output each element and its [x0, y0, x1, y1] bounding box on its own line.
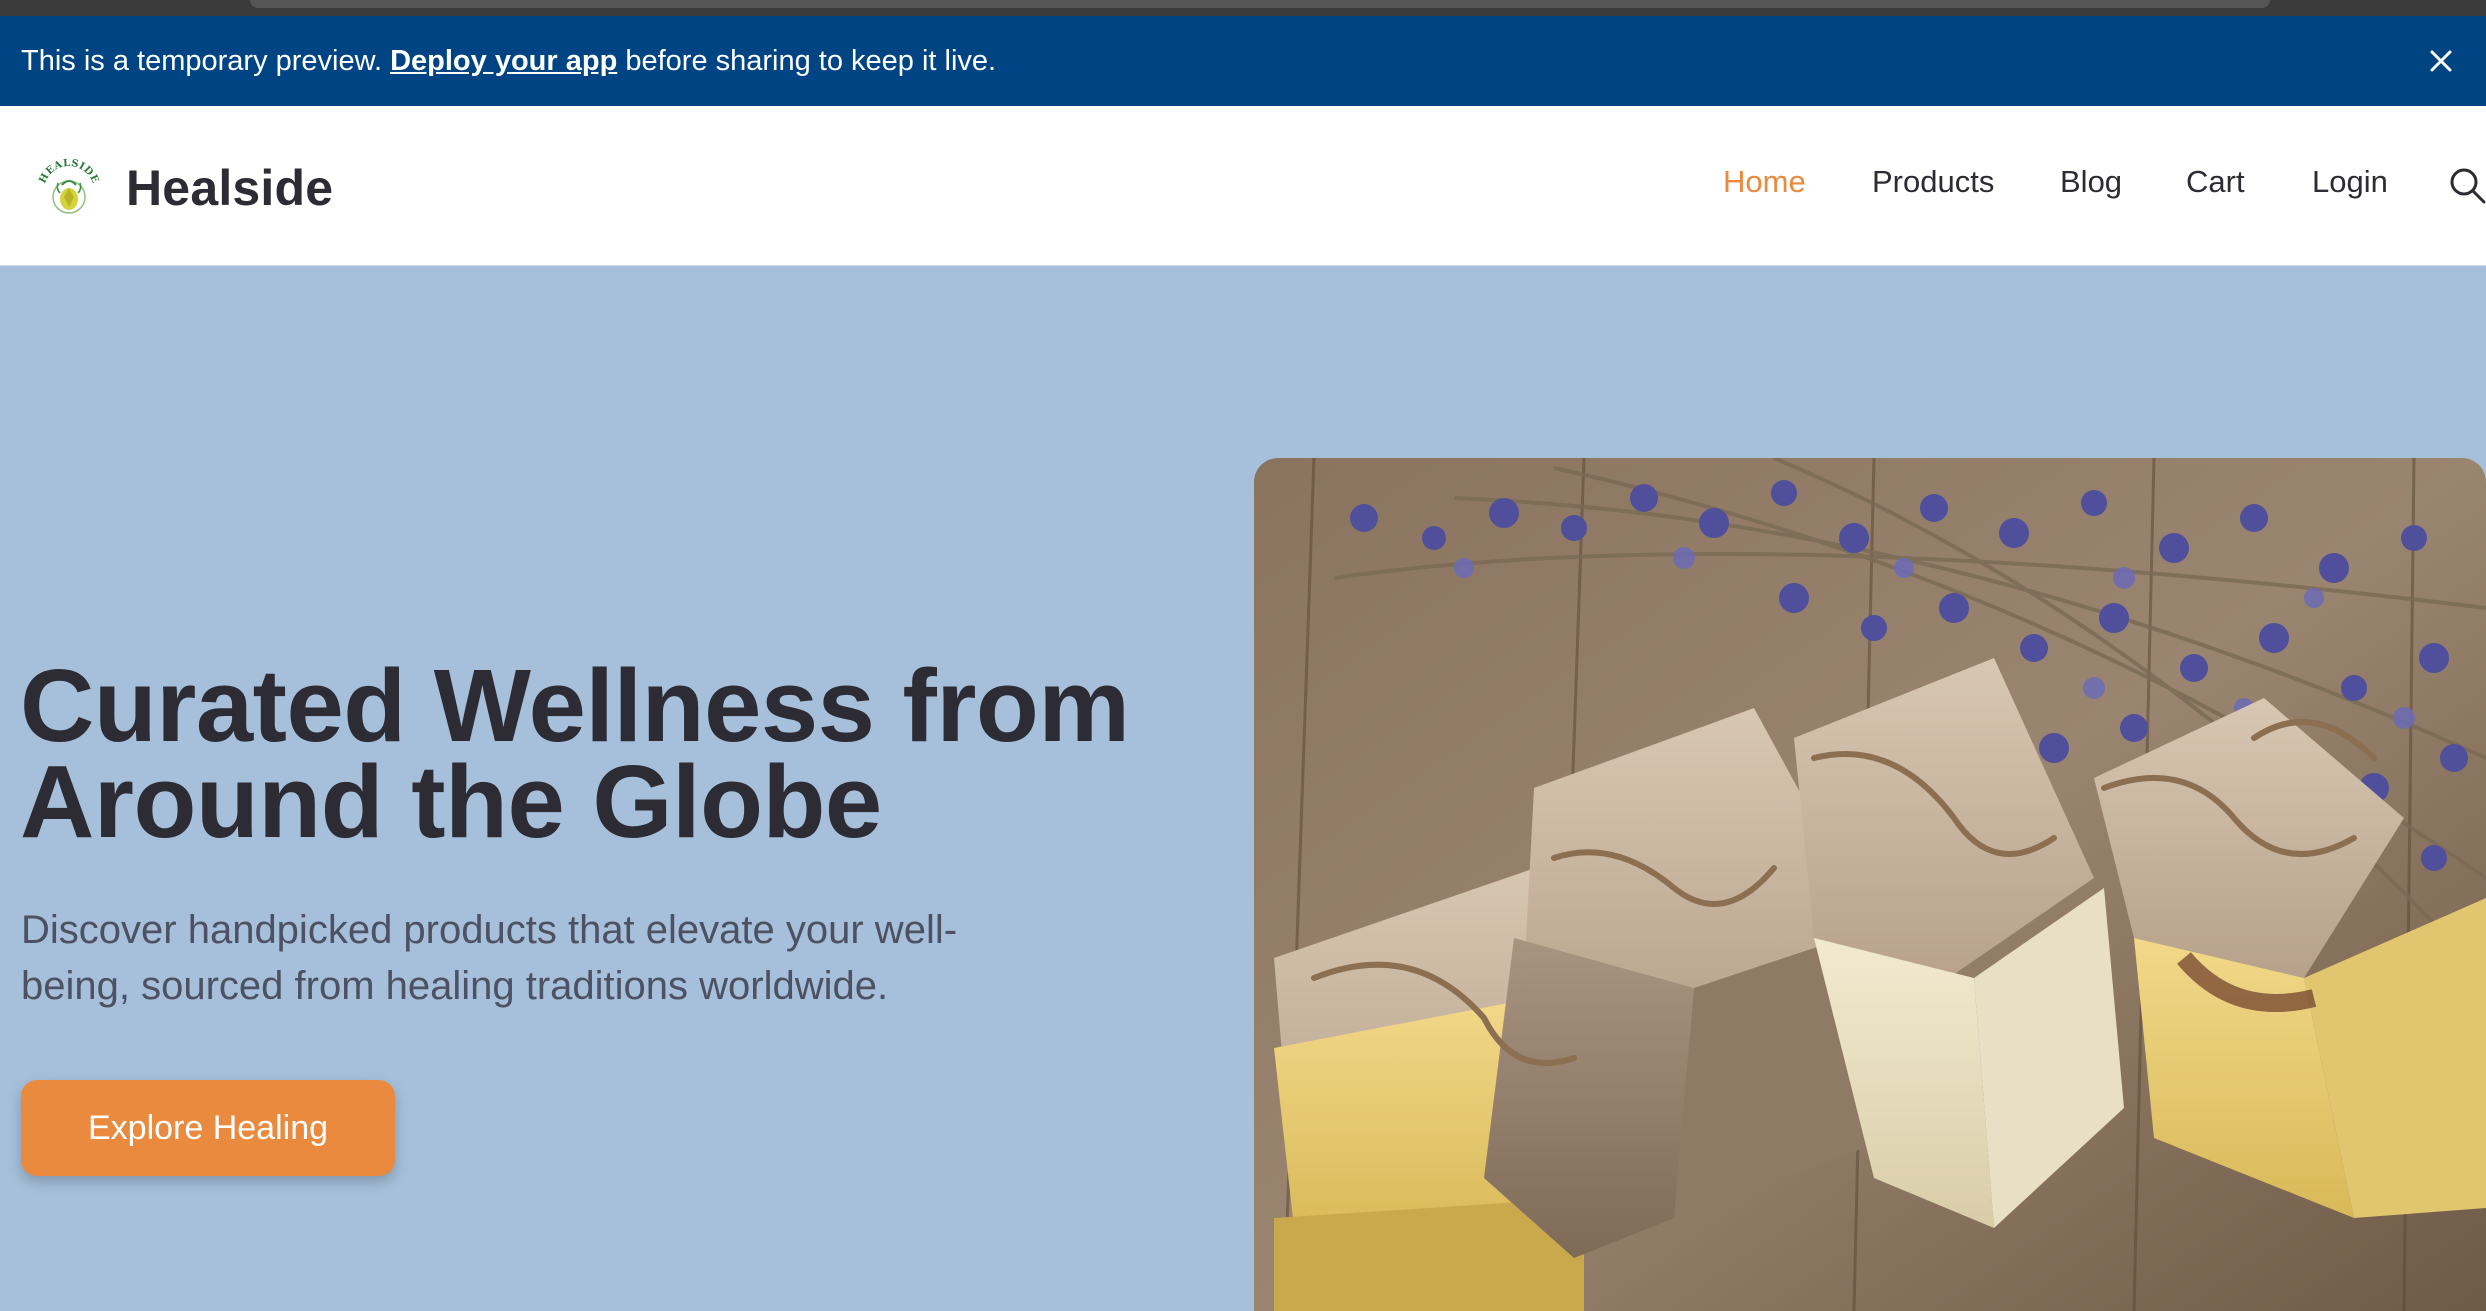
banner-text-before: This is a temporary preview.: [21, 44, 383, 77]
brand[interactable]: HEALSIDE Healside: [36, 155, 333, 221]
search-icon[interactable]: [2448, 166, 2486, 204]
lavender-soap-image: [1254, 458, 2486, 1311]
hero-image: [1254, 458, 2486, 1311]
browser-tab-shape: [250, 0, 2270, 8]
nav-item-products[interactable]: Products: [1872, 164, 1994, 200]
nav-item-login[interactable]: Login: [2312, 164, 2388, 200]
site-header: HEALSIDE Healside Home Products Blog Car…: [0, 106, 2486, 266]
preview-banner-message: This is a temporary preview. Deploy your…: [21, 45, 996, 78]
explore-healing-button[interactable]: Explore Healing: [21, 1080, 395, 1176]
healside-logo: HEALSIDE: [37, 158, 100, 214]
browser-top-strip: [0, 0, 2486, 16]
hero-subtitle-line-1: Discover handpicked products that elevat…: [21, 908, 958, 952]
deploy-app-link[interactable]: Deploy your app: [390, 45, 617, 77]
nav-item-blog[interactable]: Blog: [2060, 164, 2122, 200]
banner-text-after: before sharing to keep it live.: [625, 44, 997, 77]
hero-title-line-2: Around the Globe: [20, 744, 882, 859]
hero-subtitle: Discover handpicked products that elevat…: [21, 902, 1081, 1014]
close-icon[interactable]: [2422, 42, 2460, 80]
hero-subtitle-line-2: being, sourced from healing traditions w…: [21, 964, 889, 1008]
preview-banner: This is a temporary preview. Deploy your…: [0, 16, 2486, 106]
brand-name: Healside: [126, 160, 334, 216]
hero-title: Curated Wellness from Around the Globe: [20, 654, 1220, 853]
nav-item-cart[interactable]: Cart: [2186, 164, 2245, 200]
nav-item-home[interactable]: Home: [1723, 164, 1806, 200]
